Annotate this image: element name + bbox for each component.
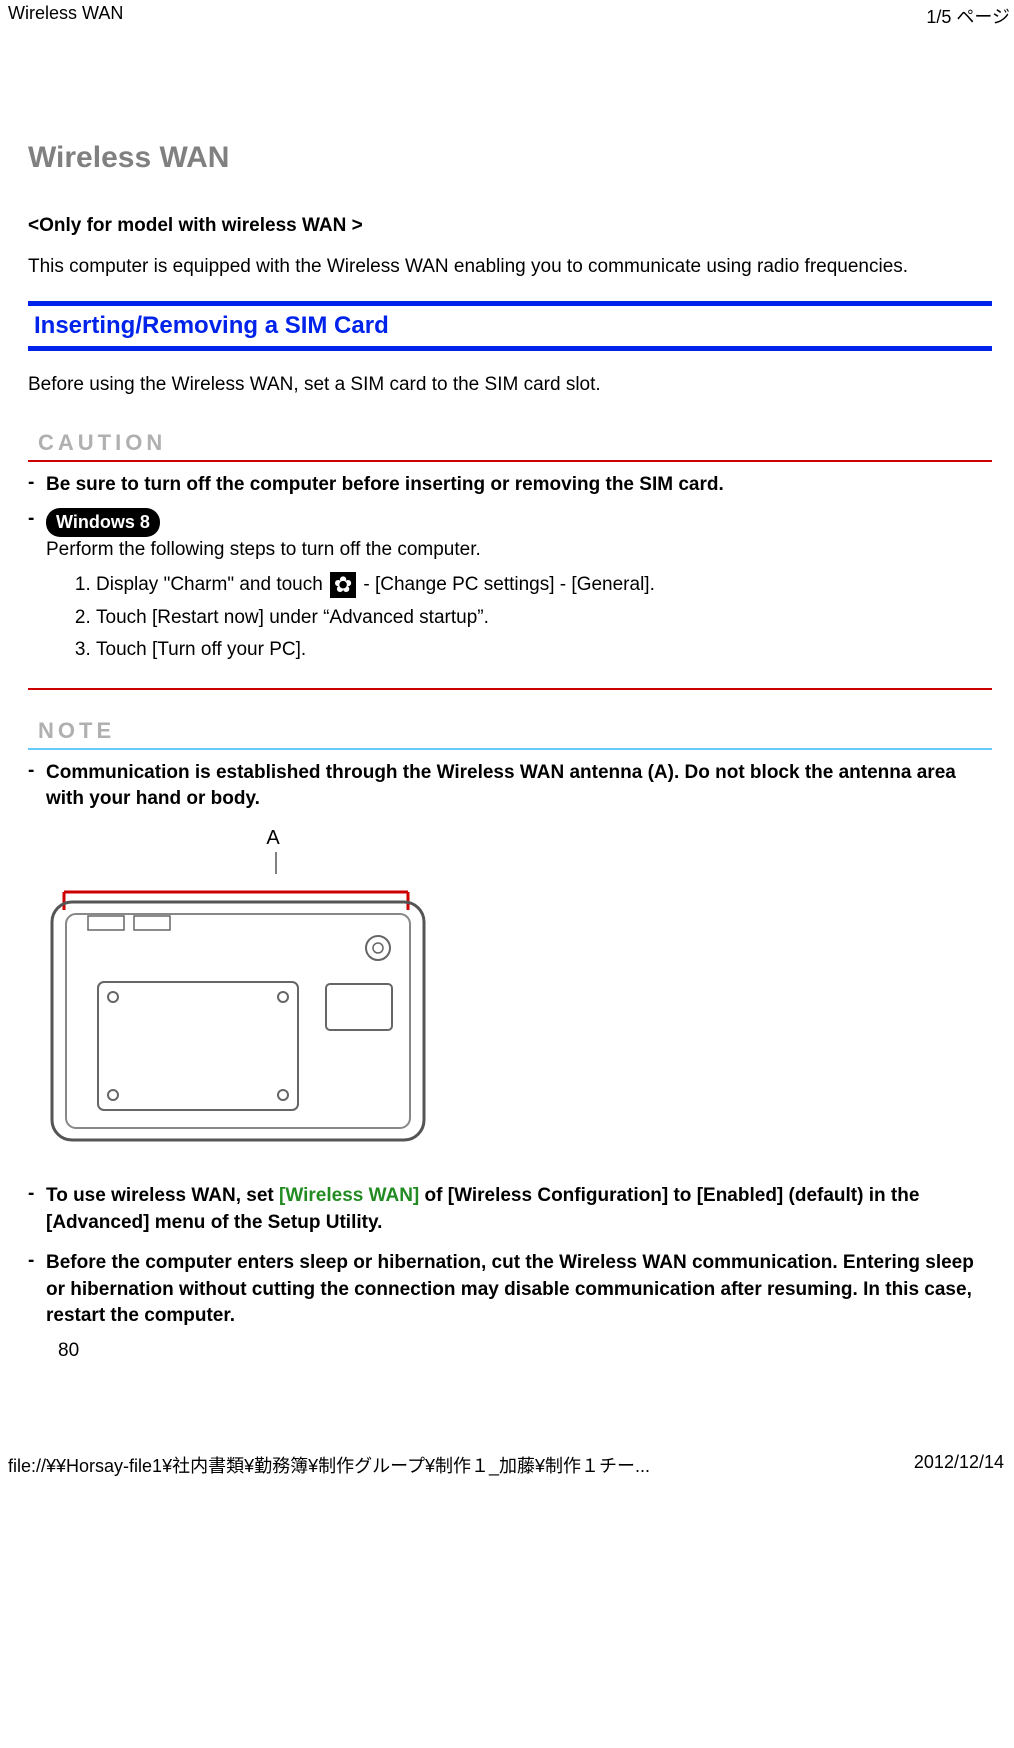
section-title-sim: Inserting/Removing a SIM Card [34,312,992,340]
windows8-badge-icon: Windows 8 [46,508,160,537]
step-2: Touch [Restart now] under “Advanced star… [96,605,992,632]
note-2a: To use wireless WAN, set [46,1185,279,1206]
caution-item-2: - Windows 8 Perform the following steps … [28,508,992,670]
dash-icon: - [28,1183,46,1236]
step1-part-a: Display "Charm" and touch [96,574,328,595]
doc-footer: file://¥¥Horsay-file1¥社内書類¥勤務簿¥制作グループ¥制作… [0,1362,1014,1482]
intro-text: This computer is equipped with the Wirel… [28,251,992,283]
blue-bar-bottom [28,346,992,351]
caution-bullets: - Be sure to turn off the computer befor… [28,472,992,670]
gear-icon: ✿ [330,572,356,598]
antenna-label: A [118,827,428,850]
note-text-1: Communication is established through the… [46,760,992,813]
dash-icon: - [28,760,46,813]
before-text: Before using the Wireless WAN, set a SIM… [28,369,992,401]
header-right: 1/5 ページ [926,3,1010,29]
footer-left: file://¥¥Horsay-file1¥社内書類¥勤務簿¥制作グループ¥制作… [8,1452,650,1478]
page-title: Wireless WAN [28,141,992,175]
caution-perform-text: Perform the following steps to turn off … [46,539,481,560]
dash-icon: - [28,508,46,670]
step-3: Touch [Turn off your PC]. [96,637,992,664]
dash-icon: - [28,472,46,499]
caution-item-1: - Be sure to turn off the computer befor… [28,472,992,499]
note-bullets-2: - To use wireless WAN, set [Wireless WAN… [28,1183,992,1330]
page-content: Wireless WAN <Only for model with wirele… [0,141,1014,1362]
steps-list: Display "Charm" and touch ✿ - [Change PC… [72,572,992,664]
header-left: Wireless WAN [8,3,123,29]
note-label: NOTE [38,718,992,744]
page-number: 80 [58,1340,992,1362]
caution-text-2: Windows 8 Perform the following steps to… [46,508,992,670]
device-diagram-icon [48,852,428,1147]
note-text-2: To use wireless WAN, set [Wireless WAN] … [46,1183,992,1236]
step-1: Display "Charm" and touch ✿ - [Change PC… [96,572,992,599]
dash-icon: - [28,1250,46,1330]
note-item-1: - Communication is established through t… [28,760,992,813]
note-item-2: - To use wireless WAN, set [Wireless WAN… [28,1183,992,1236]
caution-text-1: Be sure to turn off the computer before … [46,472,992,499]
skyblue-rule [28,748,992,750]
wireless-wan-link[interactable]: [Wireless WAN] [279,1185,419,1206]
caution-label: CAUTION [38,430,992,456]
blue-bar-top [28,301,992,306]
note-item-3: - Before the computer enters sleep or hi… [28,1250,992,1330]
red-rule [28,688,992,690]
note-text-3: Before the computer enters sleep or hibe… [46,1250,992,1330]
note-bullets: - Communication is established through t… [28,760,992,813]
red-rule [28,460,992,462]
footer-right: 2012/12/14 [914,1452,1004,1478]
step1-part-b: - [Change PC settings] - [General]. [363,574,654,595]
device-figure: A [48,827,428,1153]
doc-header: Wireless WAN 1/5 ページ [0,0,1014,31]
model-subheading: <Only for model with wireless WAN > [28,215,992,237]
